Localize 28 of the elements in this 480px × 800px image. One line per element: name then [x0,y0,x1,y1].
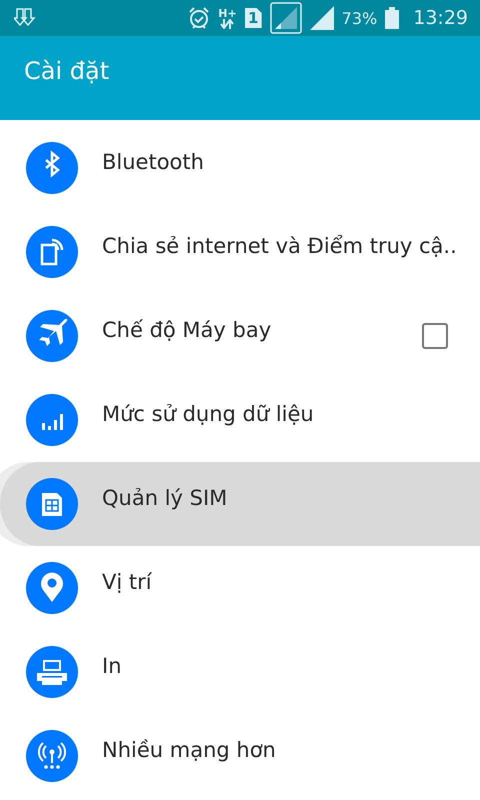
hotspot-icon [26,226,78,278]
antenna-icon [26,730,78,782]
signal-icon [310,6,334,30]
checkbox[interactable] [422,323,448,349]
settings-item[interactable]: Bluetooth [0,126,480,210]
bluetooth-icon [26,142,78,194]
battery-percent: 73% [342,8,378,28]
settings-item[interactable]: Vị trí [0,546,480,630]
settings-item[interactable]: Chế độ Máy bay [0,294,480,378]
airplane-icon [26,310,78,362]
sim-icon: 1 [244,8,262,28]
network-type: H+ [218,8,237,18]
settings-item[interactable]: In [0,630,480,714]
sim-card-icon [26,478,78,530]
settings-item[interactable]: Quản lý SIM [0,462,480,546]
download-icon [14,7,38,29]
signal-icon [270,2,302,34]
screen-title: Cài đặt [24,57,110,85]
settings-item[interactable]: Mức sử dụng dữ liệu [0,378,480,462]
settings-item[interactable]: Nhiều mạng hơn [0,714,480,798]
location-pin-icon [26,562,78,614]
bar-chart-icon [26,394,78,446]
data-arrows-icon [220,18,234,28]
clock: 13:29 [413,7,468,29]
printer-icon [26,646,78,698]
alarm-icon [188,6,210,30]
battery-icon [385,7,400,29]
settings-item[interactable]: Chia sẻ internet và Điểm truy cậ.. [0,210,480,294]
